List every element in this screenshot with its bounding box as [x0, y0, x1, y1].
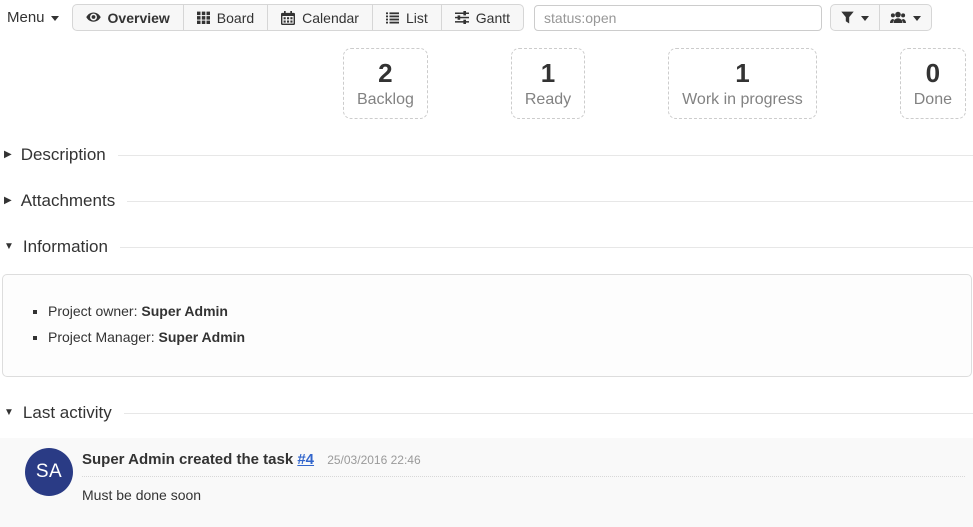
menu-label: Menu [7, 9, 45, 26]
summary-box-ready: 1 Ready [511, 48, 585, 119]
activity-content: Super Admin created the task #4 25/03/20… [82, 448, 965, 503]
calendar-icon [281, 11, 295, 25]
users-filter-dropdown-button[interactable] [879, 5, 931, 30]
summary-count: 2 [357, 59, 414, 88]
tab-overview[interactable]: Overview [73, 5, 183, 30]
section-title: Attachments [21, 191, 116, 211]
menu-dropdown[interactable]: Menu [7, 9, 59, 26]
section-rule [124, 413, 973, 414]
caret-down-icon [913, 16, 921, 21]
section-title: Last activity [23, 403, 112, 423]
info-label: Project owner: [48, 303, 137, 319]
summary-label: Work in progress [682, 89, 803, 110]
summary-count: 1 [682, 59, 803, 88]
section-title: Information [23, 237, 108, 257]
column-summary: 2 Backlog 1 Ready 1 Work in progress 0 D… [0, 32, 973, 119]
info-label: Project Manager: [48, 329, 155, 345]
activity-title-text: Super Admin created the task [82, 451, 293, 468]
list-item: Project owner: Super Admin [48, 298, 956, 324]
section-rule [118, 155, 973, 156]
summary-box-backlog: 2 Backlog [343, 48, 428, 119]
activity-item: SA Super Admin created the task #4 25/03… [0, 438, 973, 527]
sliders-icon [455, 11, 469, 24]
eye-icon [86, 12, 101, 23]
summary-box-done: 0 Done [900, 48, 966, 119]
tab-gantt[interactable]: Gantt [441, 5, 523, 30]
summary-box-work-in-progress: 1 Work in progress [668, 48, 817, 119]
list-icon [386, 12, 399, 24]
summary-count: 0 [914, 59, 952, 88]
section-rule [127, 201, 973, 202]
collapsed-arrow-icon: ▶ [4, 196, 12, 206]
filter-funnel-icon [841, 11, 854, 24]
expanded-arrow-icon: ▼ [4, 408, 14, 418]
tab-overview-label: Overview [108, 10, 170, 26]
section-header-last-activity[interactable]: ▼ Last activity [4, 403, 973, 423]
activity-body: Must be done soon [82, 487, 965, 503]
activity-timestamp: 25/03/2016 22:46 [327, 453, 420, 467]
section-header-attachments[interactable]: ▶ Attachments [4, 191, 973, 211]
section-title: Description [21, 145, 106, 165]
board-grid-icon [197, 11, 210, 24]
filter-buttons [830, 4, 932, 31]
summary-count: 1 [525, 59, 571, 88]
users-icon [890, 11, 906, 24]
tab-list-label: List [406, 10, 428, 26]
info-value: Super Admin [141, 303, 228, 319]
tab-board-label: Board [217, 10, 254, 26]
view-switcher: Overview Board [72, 4, 525, 31]
filter-dropdown-button[interactable] [831, 5, 879, 30]
section-header-information[interactable]: ▼ Information [4, 237, 973, 257]
tab-list[interactable]: List [372, 5, 441, 30]
section-rule [120, 247, 973, 248]
list-item: Project Manager: Super Admin [48, 324, 956, 350]
activity-title: Super Admin created the task #4 25/03/20… [82, 451, 965, 477]
information-list: Project owner: Super Admin Project Manag… [18, 298, 956, 350]
section-header-description[interactable]: ▶ Description [4, 145, 973, 165]
info-value: Super Admin [159, 329, 246, 345]
caret-down-icon [51, 16, 59, 21]
summary-label: Ready [525, 89, 571, 110]
expanded-arrow-icon: ▼ [4, 242, 14, 252]
search-input[interactable] [534, 5, 822, 31]
tab-gantt-label: Gantt [476, 10, 510, 26]
information-panel: Project owner: Super Admin Project Manag… [2, 274, 972, 377]
task-link[interactable]: #4 [297, 451, 314, 468]
summary-label: Backlog [357, 89, 414, 110]
tab-board[interactable]: Board [183, 5, 267, 30]
tab-calendar[interactable]: Calendar [267, 5, 372, 30]
tab-calendar-label: Calendar [302, 10, 359, 26]
caret-down-icon [861, 16, 869, 21]
collapsed-arrow-icon: ▶ [4, 150, 12, 160]
avatar: SA [25, 448, 73, 496]
summary-label: Done [914, 89, 952, 110]
toolbar: Menu Overview Board [0, 0, 973, 32]
